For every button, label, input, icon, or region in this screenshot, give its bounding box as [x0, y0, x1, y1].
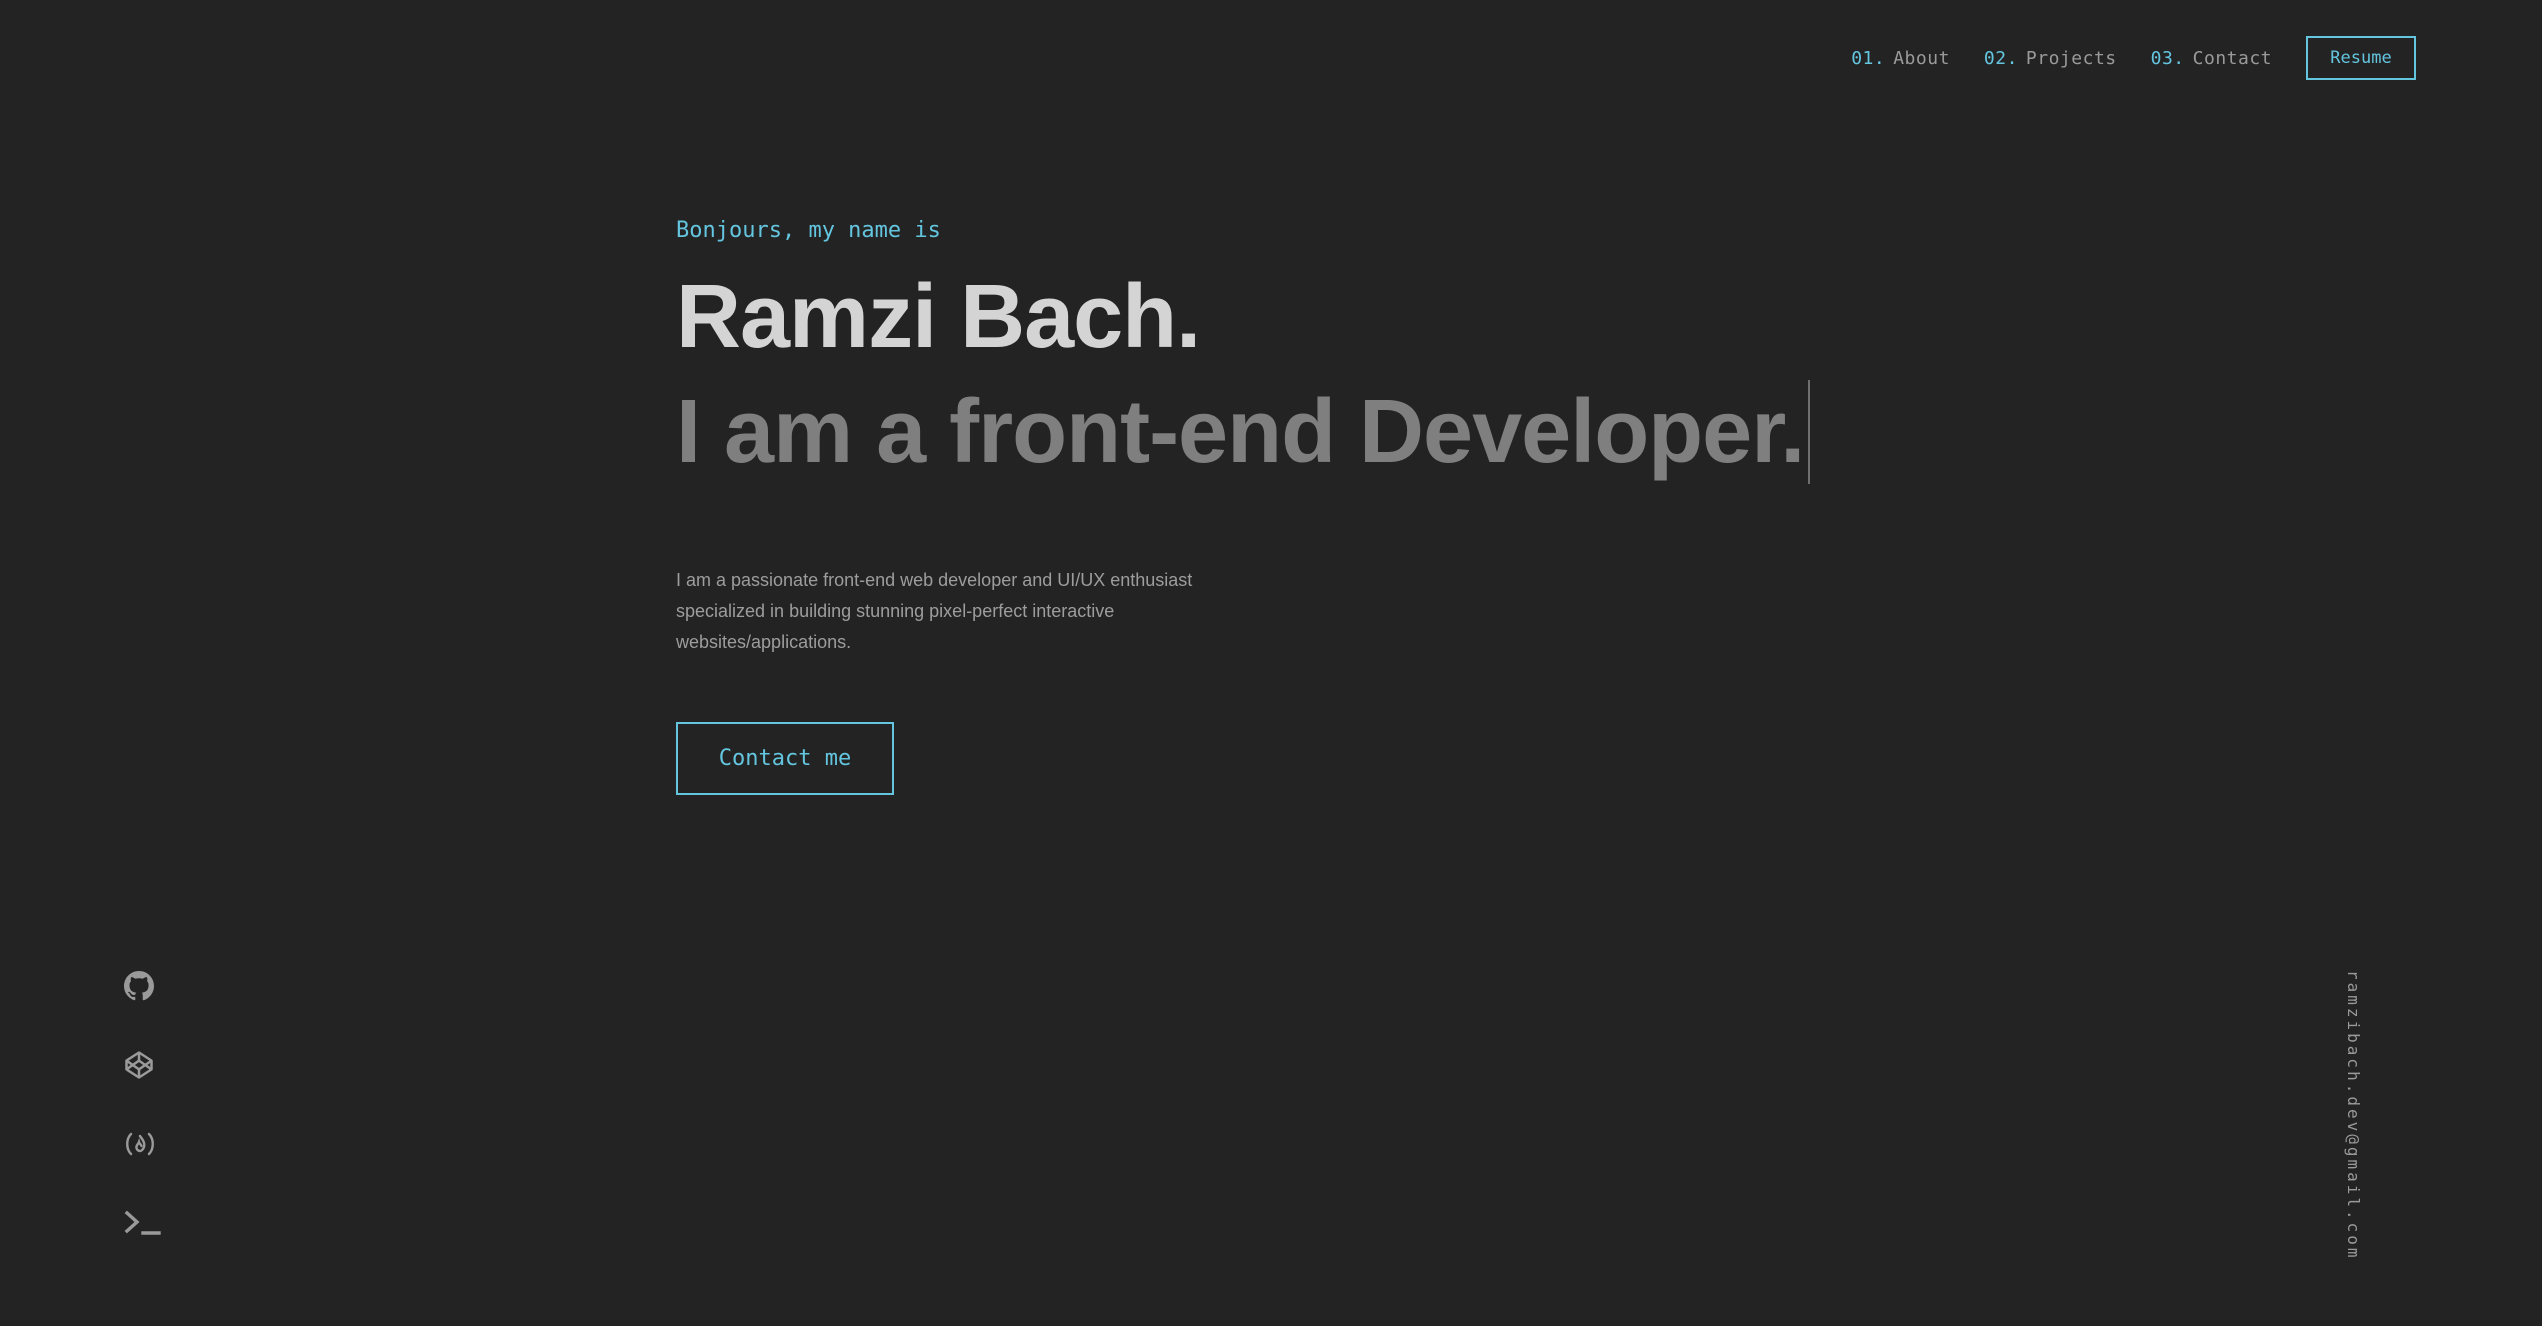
email-link[interactable]: ramzibach.dev@gmail.com	[2344, 970, 2363, 1261]
nav-link-projects[interactable]: 02. Projects	[1984, 48, 2117, 69]
freecodecamp-icon[interactable]	[124, 1124, 164, 1164]
codepen-icon[interactable]	[124, 1045, 164, 1085]
greeting-text: Bonjours, my name is	[676, 218, 941, 243]
nav-number: 02.	[1983, 47, 2018, 69]
nav-number: 01.	[1851, 47, 1886, 69]
hero-section: Bonjours, my name is Ramzi Bach. I am a …	[676, 218, 1811, 795]
typing-cursor	[1808, 380, 1811, 484]
github-icon[interactable]	[124, 966, 164, 1006]
nav-number: 03.	[2150, 47, 2185, 69]
resume-button[interactable]: Resume	[2306, 36, 2416, 80]
hero-name: Ramzi Bach.	[676, 267, 1201, 367]
hero-role-text: I am a front-end Developer.	[676, 382, 1805, 482]
nav-label: Projects	[2025, 47, 2117, 69]
hero-role: I am a front-end Developer.	[676, 377, 1811, 487]
nav-link-contact[interactable]: 03. Contact	[2151, 48, 2272, 69]
nav-label: About	[1893, 47, 1950, 69]
contact-me-button[interactable]: Contact me	[676, 722, 894, 795]
terminal-icon[interactable]	[124, 1203, 164, 1243]
social-links	[124, 966, 164, 1282]
intro-paragraph: I am a passionate front-end web develope…	[676, 570, 1193, 652]
nav-label: Contact	[2192, 47, 2272, 69]
top-nav: 01. About 02. Projects 03. Contact Resume	[1851, 36, 2416, 80]
nav-link-about[interactable]: 01. About	[1851, 48, 1950, 69]
